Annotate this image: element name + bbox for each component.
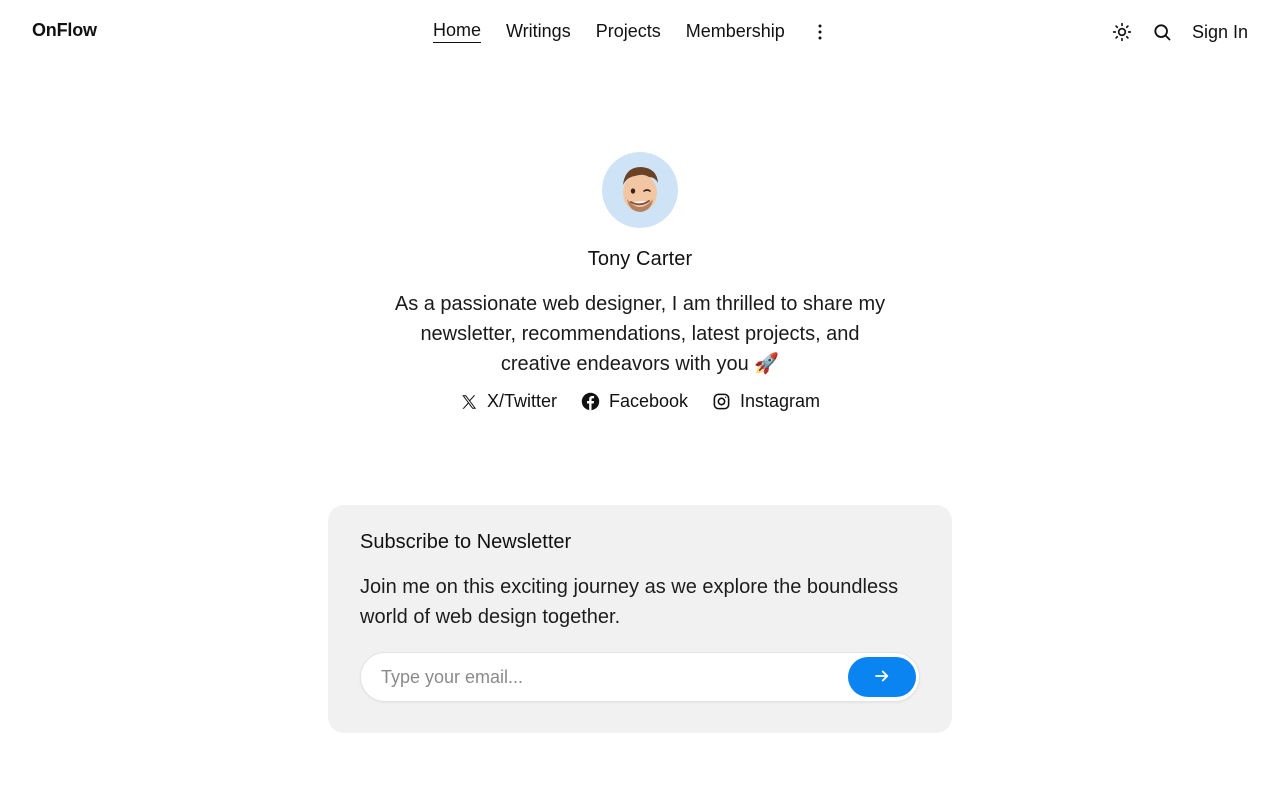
newsletter-title: Subscribe to Newsletter [360, 531, 572, 553]
newsletter-form [360, 652, 920, 702]
search-icon[interactable] [1152, 18, 1172, 46]
sign-in-link[interactable]: Sign In [1192, 22, 1248, 43]
social-link-facebook[interactable]: Facebook [581, 391, 688, 412]
social-label: Facebook [608, 391, 689, 411]
main-nav: Home Writings Projects Membership [433, 20, 830, 43]
social-label: Instagram [740, 391, 821, 411]
profile-section: Tony Carter As a passionate web designer… [0, 152, 1280, 412]
nav-item-membership[interactable]: Membership [686, 21, 785, 42]
memoji-avatar [623, 167, 658, 212]
newsletter-card: Subscribe to Newsletter Join me on this … [328, 505, 952, 733]
nav-item-writings[interactable]: Writings [506, 21, 571, 42]
facebook-icon [581, 392, 600, 411]
header-actions: Sign In [1112, 18, 1248, 46]
x-twitter-icon [460, 393, 478, 411]
avatar [602, 152, 678, 228]
instagram-icon [712, 392, 731, 411]
social-link-instagram[interactable]: Instagram [712, 391, 820, 412]
site-logo[interactable]: OnFlow [32, 20, 97, 41]
profile-bio: As a passionate web designer, I am thril… [394, 293, 886, 375]
sun-icon[interactable] [1112, 18, 1132, 46]
social-links: X/Twitter Facebook Instagram [460, 391, 820, 412]
social-label: X/Twitter [486, 391, 557, 411]
email-field[interactable] [381, 653, 841, 701]
social-link-x-twitter[interactable]: X/Twitter [460, 391, 557, 412]
subscribe-button[interactable] [848, 657, 916, 697]
arrow-right-icon [873, 667, 891, 688]
profile-name: Tony Carter [587, 248, 693, 270]
nav-item-home[interactable]: Home [433, 20, 482, 43]
newsletter-description: Join me on this exciting journey as we e… [360, 576, 899, 628]
more-vertical-icon[interactable] [810, 21, 830, 43]
nav-item-projects[interactable]: Projects [596, 21, 661, 42]
site-header: OnFlow Home Writings Projects Membership… [0, 0, 1280, 64]
